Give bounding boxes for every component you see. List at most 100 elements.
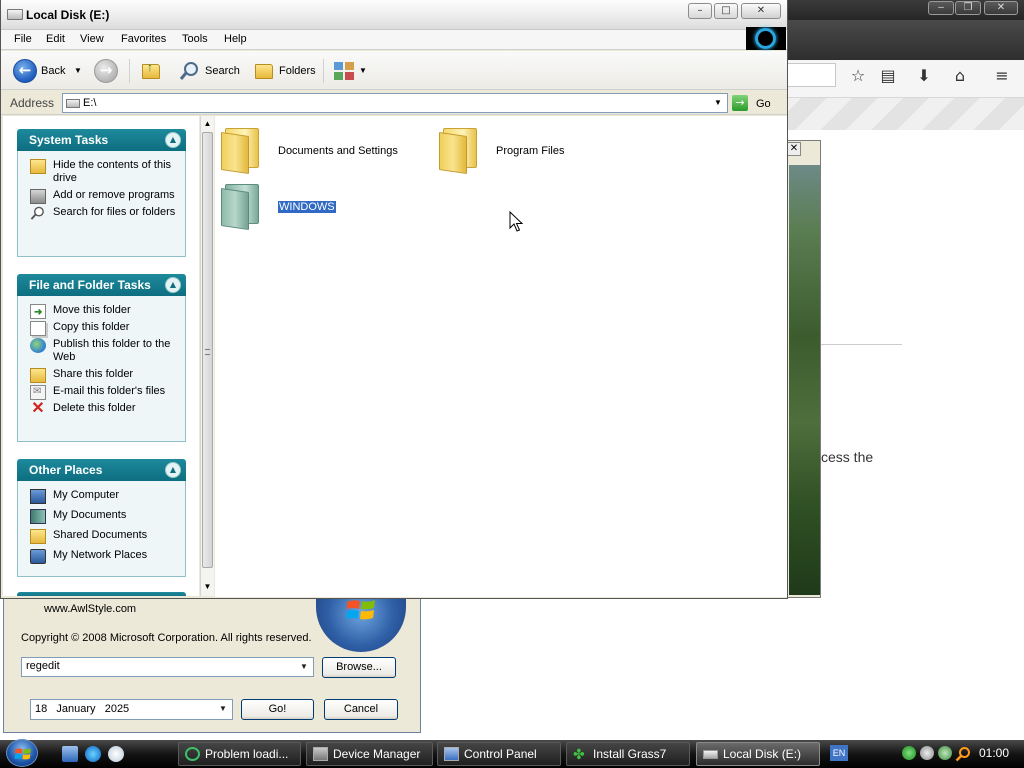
reading-list-icon[interactable]: ▤ [877,66,899,86]
search-icon[interactable] [179,60,201,82]
publish-web-icon [30,338,46,353]
installer-icon: ✤ [573,746,585,762]
menu-icon[interactable]: ≡ [991,66,1013,86]
folder-name: Program Files [496,145,565,157]
close-button[interactable]: ✕ [741,3,781,19]
collapse-icon[interactable]: ▲ [165,277,181,293]
chevron-down-icon[interactable]: ▼ [710,95,726,111]
go-button[interactable]: Go! [241,699,314,720]
scroll-down-icon[interactable]: ▼ [201,581,214,593]
taskbar-item-control-panel[interactable]: Control Panel [437,742,561,766]
place-my-computer[interactable]: My Computer [30,489,179,504]
place-network-places[interactable]: My Network Places [30,549,179,564]
home-icon[interactable]: ⌂ [949,66,971,86]
address-go-button[interactable]: → Go [732,93,782,113]
show-desktop-icon[interactable] [62,746,78,762]
folder-up-icon[interactable]: ↑ [142,60,160,79]
task-label: Publish this folder to the Web [53,338,171,363]
folder-program-files[interactable]: Program Files [439,124,639,176]
windows-throbber-icon [746,27,786,50]
tray-volume-icon[interactable] [920,746,934,760]
browser-restore-button[interactable]: ❐ [955,1,981,15]
file-folder-tasks-header[interactable]: File and Folder Tasks ▲ [17,274,186,296]
place-shared-documents[interactable]: Shared Documents [30,529,179,544]
back-button-label[interactable]: Back [41,59,65,83]
task-copy-folder[interactable]: Copy this folder [30,321,179,336]
task-label: Share this folder [53,368,134,380]
date-picker[interactable]: 18 January 2025 ▼ [30,699,233,720]
menu-edit[interactable]: Edit [46,33,65,45]
chevron-down-icon[interactable]: ▼ [296,659,312,675]
tray-network-icon[interactable] [902,746,916,760]
start-button[interactable] [4,738,42,768]
browse-button[interactable]: Browse... [322,657,396,678]
scrollbar-thumb[interactable] [202,132,213,568]
browser-url-field[interactable] [786,63,836,87]
task-delete-folder[interactable]: ✕ Delete this folder [30,401,179,417]
task-label: Move this folder [53,304,131,316]
taskbar-item-install-grass7[interactable]: ✤ Install Grass7 [566,742,690,766]
browser-toolbar: ☆ ▤ ⬇ ⌂ ≡ [786,60,1024,98]
chevron-down-icon[interactable]: ▼ [215,701,231,717]
run-dialog: www.AwlStyle.com Copyright © 2008 Micros… [3,594,421,733]
views-icon[interactable] [334,62,356,81]
folder-windows[interactable]: WINDOWS [221,180,421,232]
place-my-documents[interactable]: My Documents [30,509,179,524]
task-hide-contents[interactable]: Hide the contents of this drive [30,159,179,185]
folders-icon[interactable] [255,64,273,79]
scroll-up-icon[interactable]: ▲ [201,118,214,130]
details-group-header[interactable] [17,592,186,596]
back-dropdown-icon[interactable]: ▼ [74,59,82,83]
menu-favorites[interactable]: Favorites [121,33,166,45]
task-search-files[interactable]: Search for files or folders [30,206,179,220]
explorer-titlebar[interactable]: Local Disk (E:) – □ ✕ [1,0,787,30]
browser-minimize-button[interactable]: – [928,1,954,15]
menu-help[interactable]: Help [224,33,247,45]
forward-arrow-icon[interactable]: → [94,59,118,83]
folders-button[interactable]: Folders [279,59,316,83]
browser-close-button[interactable]: ✕ [984,1,1018,15]
tray-search-icon[interactable] [955,746,971,762]
task-label: Search for files or folders [53,206,176,218]
cancel-button[interactable]: Cancel [324,699,398,720]
task-label: Hide the contents of this drive [53,159,172,184]
menu-tools[interactable]: Tools [182,33,208,45]
back-arrow-icon[interactable]: ← [13,59,37,83]
other-places-header[interactable]: Other Places ▲ [17,459,186,481]
taskbar-item-problem-loading[interactable]: Problem loadi... [178,742,301,766]
task-publish-web[interactable]: Publish this folder to the Web [30,338,179,364]
collapse-icon[interactable]: ▲ [165,462,181,478]
taskbar-item-label: Problem loadi... [205,747,289,761]
system-tasks-group: System Tasks ▲ Hide the contents of this… [17,129,186,257]
minimize-button[interactable]: – [688,3,712,19]
taskbar-item-device-manager[interactable]: Device Manager [306,742,433,766]
folder-documents-and-settings[interactable]: Documents and Settings [221,124,421,176]
image-dialog-close-button[interactable]: ✕ [787,142,801,156]
system-tasks-header[interactable]: System Tasks ▲ [17,129,186,151]
task-email-files[interactable]: ✉ E-mail this folder's files [30,385,179,400]
clock[interactable]: 01:00 [979,746,1009,760]
address-input[interactable]: E:\ ▼ [62,93,728,113]
menu-view[interactable]: View [80,33,104,45]
task-share-folder[interactable]: Share this folder [30,368,179,383]
taskbar-item-label: Device Manager [333,747,421,761]
media-player-icon[interactable] [108,746,124,762]
taskbar-item-local-disk[interactable]: Local Disk (E:) [696,742,820,766]
taskbar: Problem loadi... Device Manager Control … [0,738,1024,768]
views-dropdown-icon[interactable]: ▼ [359,59,367,83]
task-pane-scrollbar[interactable]: ▲ ▼ [200,116,214,596]
task-label: Copy this folder [53,321,130,333]
tray-update-icon[interactable] [938,746,952,760]
language-indicator[interactable]: EN [830,745,848,761]
search-button[interactable]: Search [205,59,240,83]
task-move-folder[interactable]: ➜ Move this folder [30,304,179,319]
download-icon[interactable]: ⬇ [913,66,935,86]
collapse-icon[interactable]: ▲ [165,132,181,148]
task-add-remove-programs[interactable]: Add or remove programs [30,189,179,204]
menu-file[interactable]: File [14,33,32,45]
internet-explorer-icon[interactable] [85,746,101,762]
run-command-combobox[interactable]: regedit ▼ [21,657,314,677]
maximize-button[interactable]: □ [714,3,738,19]
group-title: File and Folder Tasks [29,278,151,292]
bookmark-star-icon[interactable]: ☆ [847,66,869,86]
